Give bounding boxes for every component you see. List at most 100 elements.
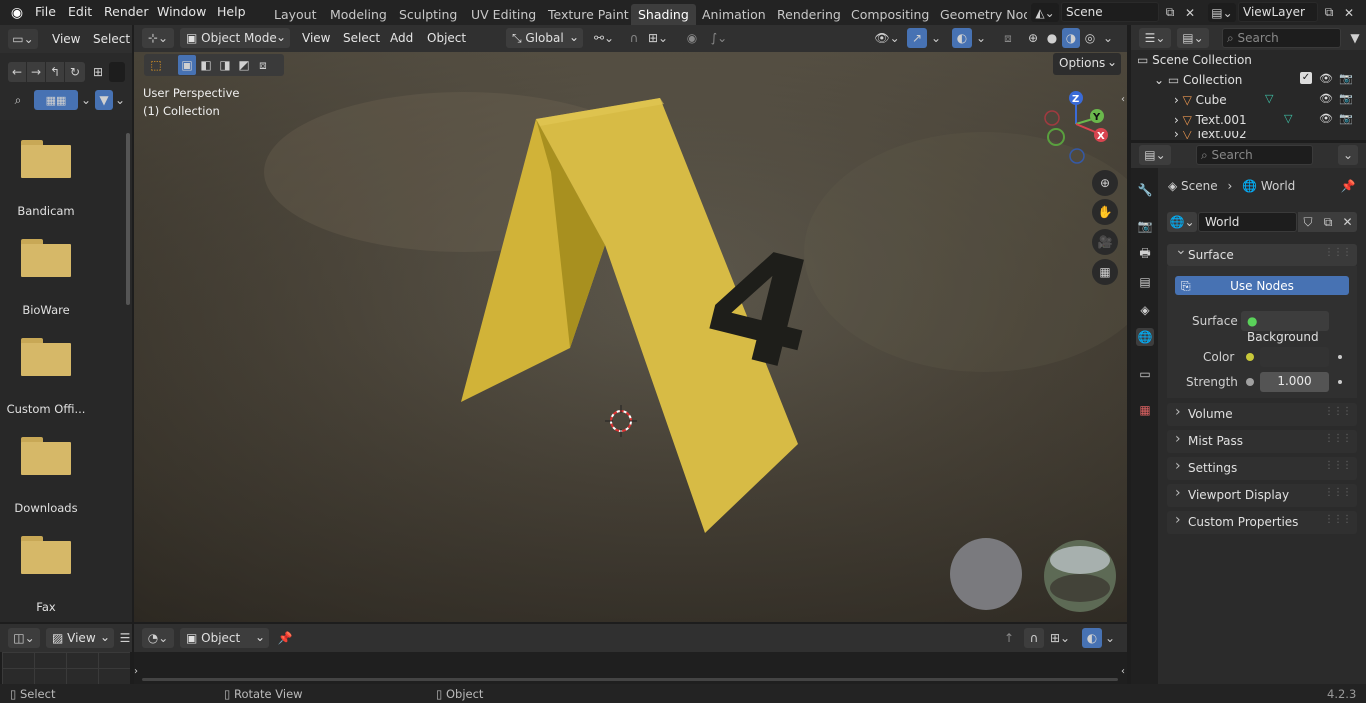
- unlink-icon[interactable]: ✕: [1338, 212, 1357, 232]
- collection-tab-icon[interactable]: ▭: [1136, 365, 1154, 383]
- visibility-eye-icon[interactable]: 👁: [1319, 92, 1333, 105]
- viewlayer-name-field[interactable]: ViewLayer: [1238, 2, 1318, 22]
- scene-selector-icon[interactable]: ◭⌄: [1031, 3, 1059, 22]
- snap-node-target-icon[interactable]: ⊞⌄: [1046, 628, 1074, 648]
- timeline-editor-type-icon[interactable]: ◫⌄: [8, 628, 40, 648]
- select-new-icon[interactable]: ▣: [178, 55, 196, 75]
- render-camera-icon[interactable]: 📷: [1339, 72, 1353, 85]
- snap-icon[interactable]: ∩: [624, 28, 644, 48]
- drag-handle-icon[interactable]: ⋮⋮⋮: [1324, 487, 1352, 498]
- surface-shader-field[interactable]: ● Background: [1241, 311, 1329, 344]
- select-subtract-icon[interactable]: ◨: [216, 55, 234, 75]
- color-swatch[interactable]: [1260, 347, 1329, 367]
- gizmo-toggle-icon[interactable]: ↗: [907, 28, 927, 48]
- tab-uv-editing[interactable]: UV Editing: [464, 4, 543, 25]
- menu-window[interactable]: Window: [157, 4, 206, 19]
- filebrowser-view-menu[interactable]: View: [52, 32, 80, 46]
- back-arrow-icon[interactable]: ←: [8, 62, 26, 82]
- visibility-icon[interactable]: 👁⌄: [872, 28, 902, 48]
- list-item[interactable]: Bandicam: [0, 140, 92, 220]
- list-item[interactable]: Downloads: [0, 437, 92, 517]
- properties-editor-type-icon[interactable]: ▤⌄: [1139, 145, 1171, 165]
- viewport-canvas[interactable]: 4 Z Y X ⬚ ▣ ◧ ◨ ◩ ⧈ User Perspective (1)…: [134, 52, 1127, 622]
- tab-layout[interactable]: Layout: [267, 4, 324, 25]
- options-dropdown[interactable]: Options ⌄: [1053, 53, 1121, 75]
- use-nodes-button[interactable]: ⎘ Use Nodes: [1175, 276, 1349, 295]
- volume-section[interactable]: Volume⋮⋮⋮: [1167, 403, 1357, 426]
- properties-search-input[interactable]: ⌕ Search: [1196, 145, 1313, 165]
- new-viewlayer-icon[interactable]: ⧉: [1320, 3, 1338, 22]
- zoom-icon[interactable]: ⊕: [1092, 170, 1118, 196]
- select-intersect-icon[interactable]: ⧈: [254, 55, 272, 75]
- outliner-item-text002[interactable]: › ▽ Text.002: [1174, 131, 1247, 139]
- path-field[interactable]: [109, 62, 125, 82]
- timeline-grid[interactable]: [2, 652, 130, 684]
- editor-type-icon[interactable]: ▭⌄: [8, 29, 38, 49]
- drag-handle-icon[interactable]: ⋮⋮⋮: [1324, 433, 1352, 444]
- tweak-tool-icon[interactable]: ⬚: [146, 55, 166, 75]
- outliner-item-cube[interactable]: › ▽ Cube: [1174, 93, 1227, 107]
- select-invert-icon[interactable]: ◩: [235, 55, 253, 75]
- filebrowser-select-menu[interactable]: Select: [93, 32, 130, 46]
- viewlayer-selector-icon[interactable]: ▤⌄: [1208, 3, 1236, 22]
- falloff-icon[interactable]: ∫⌄: [704, 28, 734, 48]
- outliner-filter-icon[interactable]: ▼: [1347, 28, 1363, 48]
- sidebar-toggle-icon[interactable]: ‹: [1119, 92, 1127, 106]
- parent-dir-icon[interactable]: ↰: [46, 62, 64, 82]
- material-shading-icon[interactable]: ◑: [1062, 28, 1080, 48]
- pivot-point-icon[interactable]: ⚯⌄: [590, 28, 618, 48]
- exclude-checkbox[interactable]: ✓: [1300, 72, 1312, 84]
- mist-pass-section[interactable]: Mist Pass⋮⋮⋮: [1167, 430, 1357, 453]
- texture-tab-icon[interactable]: ▦: [1136, 401, 1154, 419]
- timeline-view-dropdown[interactable]: ▨ View ⌄: [46, 628, 114, 648]
- world-tab-icon[interactable]: 🌐: [1136, 328, 1154, 346]
- properties-options-icon[interactable]: ⌄: [1338, 145, 1358, 165]
- surface-section[interactable]: Surface⋮⋮⋮: [1167, 242, 1357, 266]
- tab-compositing[interactable]: Compositing: [844, 4, 936, 25]
- close-viewlayer-icon[interactable]: ✕: [1340, 3, 1358, 22]
- hamburger-menu-icon[interactable]: ☰: [118, 628, 132, 648]
- list-item[interactable]: Fax: [0, 536, 92, 616]
- custom-properties-section[interactable]: Custom Properties⋮⋮⋮: [1167, 511, 1357, 534]
- select-extend-icon[interactable]: ◧: [197, 55, 215, 75]
- settings-section[interactable]: Settings⋮⋮⋮: [1167, 457, 1357, 480]
- snap-target-icon[interactable]: ⊞⌄: [646, 28, 670, 48]
- display-mode-icon[interactable]: ▦▦: [34, 90, 78, 110]
- overlay-toggle-icon[interactable]: ◐: [952, 28, 972, 48]
- perspective-toggle-icon[interactable]: ▦: [1092, 259, 1118, 285]
- node-overlay-icon[interactable]: ◐: [1082, 628, 1102, 648]
- display-dropdown-icon[interactable]: ⌄: [80, 90, 92, 110]
- viewport-view-menu[interactable]: View: [302, 31, 330, 45]
- shader-toolbar-toggle-icon[interactable]: ›: [132, 664, 140, 678]
- outliner-item-scene-collection[interactable]: ▭ Scene Collection: [1137, 53, 1252, 67]
- new-folder-icon[interactable]: ⊞: [88, 62, 108, 82]
- close-scene-icon[interactable]: ✕: [1181, 3, 1199, 22]
- strength-socket-icon[interactable]: [1246, 378, 1254, 386]
- filter-icon[interactable]: ▼: [95, 90, 113, 110]
- overlay-dropdown-icon[interactable]: ⌄: [974, 28, 988, 48]
- proportional-edit-icon[interactable]: ◉: [682, 28, 702, 48]
- shader-editor-scrollbar[interactable]: [142, 678, 1118, 681]
- pan-hand-icon[interactable]: ✋: [1092, 199, 1118, 225]
- forward-arrow-icon[interactable]: →: [27, 62, 45, 82]
- shader-editor-type-icon[interactable]: ◔⌄: [142, 628, 174, 648]
- blender-logo-icon[interactable]: ◉: [8, 4, 26, 22]
- render-camera-icon[interactable]: 📷: [1339, 112, 1353, 125]
- color-keyframe-icon[interactable]: [1338, 355, 1342, 359]
- menu-render[interactable]: Render: [104, 4, 149, 19]
- visibility-eye-icon[interactable]: 👁: [1319, 112, 1333, 125]
- gizmo-dropdown-icon[interactable]: ⌄: [929, 28, 943, 48]
- color-socket-icon[interactable]: [1246, 353, 1254, 361]
- tool-tab-icon[interactable]: 🔧: [1136, 181, 1154, 199]
- solid-shading-icon[interactable]: ●: [1043, 28, 1061, 48]
- output-tab-icon[interactable]: 🖶: [1136, 245, 1154, 263]
- transform-orientation-dropdown[interactable]: ⤡ Global ⌄: [506, 28, 583, 48]
- drag-handle-icon[interactable]: ⋮⋮⋮: [1324, 460, 1352, 471]
- shader-sidebar-toggle-icon[interactable]: ‹: [1119, 664, 1127, 678]
- viewport-display-section[interactable]: Viewport Display⋮⋮⋮: [1167, 484, 1357, 507]
- tab-geometry-nodes[interactable]: Geometry Node: [933, 4, 1027, 25]
- menu-file[interactable]: File: [35, 4, 56, 19]
- outliner-item-collection[interactable]: ⌄ ▭ Collection: [1154, 73, 1242, 87]
- world-browse-icon[interactable]: 🌐⌄: [1167, 212, 1197, 232]
- tab-shading[interactable]: Shading: [631, 4, 696, 25]
